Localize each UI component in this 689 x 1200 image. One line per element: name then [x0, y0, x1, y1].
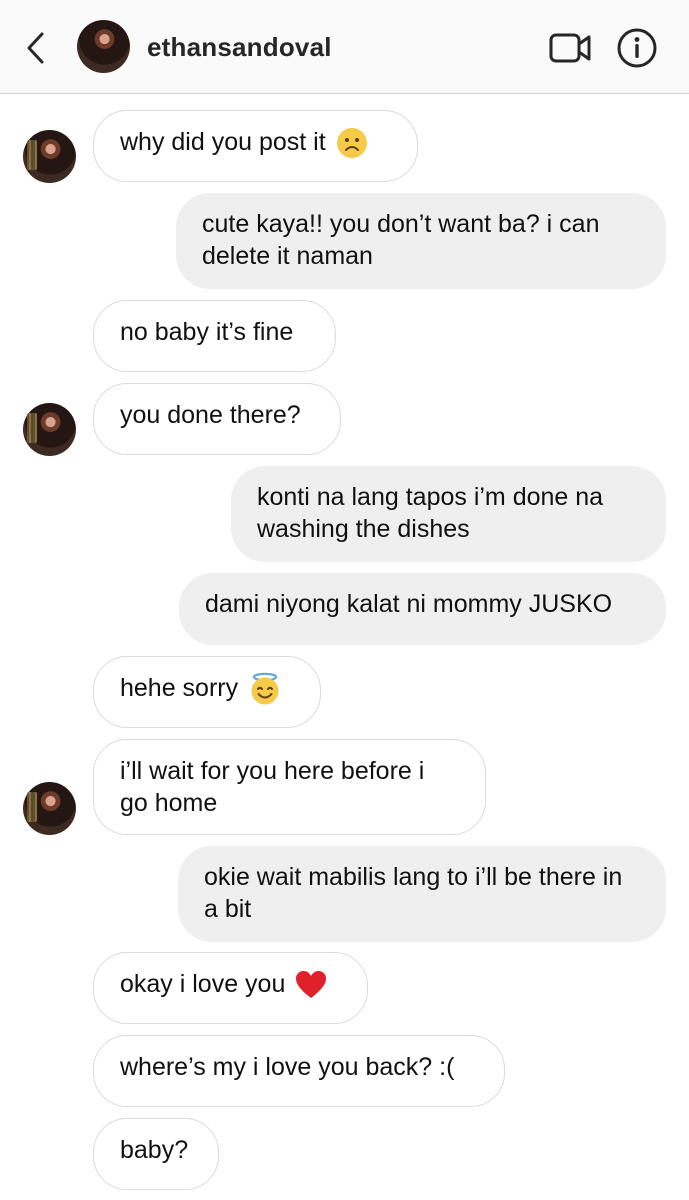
sender-avatar[interactable] [23, 782, 76, 835]
message-text: baby? [120, 1136, 189, 1164]
message-text: why did you post it [120, 128, 326, 156]
info-icon[interactable] [616, 27, 658, 69]
message-text: okie wait mabilis lang to i’ll be there … [204, 863, 623, 923]
message-text: no baby it’s fine [120, 318, 294, 346]
back-chevron-icon[interactable] [22, 30, 50, 66]
header-avatar[interactable] [77, 20, 130, 73]
message-outgoing[interactable]: konti na lang tapos i’m done na washing … [231, 466, 666, 562]
message-text: cute kaya!! you don’t want ba? i can del… [202, 210, 600, 270]
message-text: hehe sorry [120, 674, 239, 702]
message-incoming[interactable]: i’ll wait for you here before i go home [93, 739, 486, 835]
message-incoming[interactable]: where’s my i love you back? :( [93, 1035, 505, 1107]
sender-avatar[interactable] [23, 130, 76, 183]
message-outgoing[interactable]: cute kaya!! you don’t want ba? i can del… [176, 193, 666, 289]
message-text: i’ll wait for you here before i go home [120, 757, 425, 817]
frowning-face-emoji-icon [336, 128, 367, 159]
video-camera-icon[interactable] [549, 32, 591, 64]
message-text: konti na lang tapos i’m done na washing … [257, 483, 604, 543]
message-incoming[interactable]: no baby it’s fine [93, 300, 336, 372]
red-heart-emoji-icon [296, 971, 327, 999]
sender-avatar[interactable] [23, 403, 76, 456]
message-incoming[interactable]: you done there? [93, 383, 341, 455]
message-incoming[interactable]: okay i love you [93, 952, 368, 1024]
smiling-face-with-halo-emoji-icon [251, 673, 279, 705]
message-text: you done there? [120, 401, 301, 429]
message-text: where’s my i love you back? :( [120, 1053, 455, 1081]
message-outgoing[interactable]: okie wait mabilis lang to i’ll be there … [178, 846, 666, 942]
message-text: okay i love you [120, 970, 286, 998]
message-outgoing[interactable]: dami niyong kalat ni mommy JUSKO [179, 573, 666, 645]
chat-username[interactable]: ethansandoval [147, 32, 332, 63]
chat-header: ethansandoval [0, 0, 689, 94]
message-incoming[interactable]: baby? [93, 1118, 219, 1190]
message-incoming[interactable]: why did you post it [93, 110, 418, 182]
message-text: dami niyong kalat ni mommy JUSKO [205, 590, 613, 618]
message-incoming[interactable]: hehe sorry [93, 656, 321, 728]
